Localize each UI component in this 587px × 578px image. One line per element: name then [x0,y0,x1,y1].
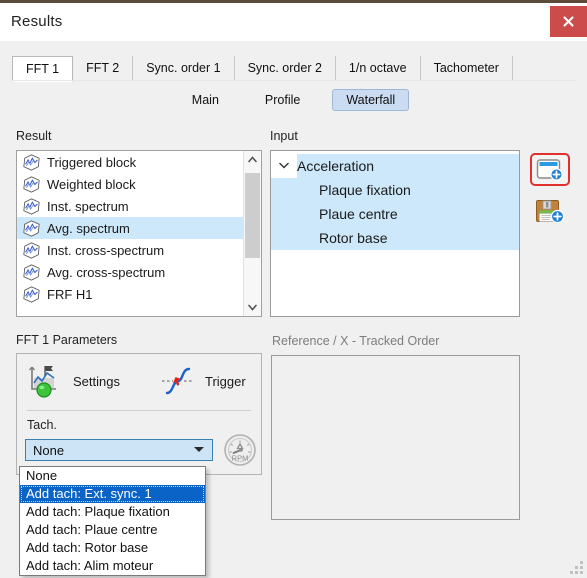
scroll-down-button[interactable] [244,299,261,316]
tree-node-plaque-fixation[interactable]: Plaque fixation [271,178,519,202]
chevron-down-icon [194,447,204,452]
spectrum-icon [23,219,40,237]
scrollbar-thumb[interactable] [245,173,260,258]
reference-panel[interactable] [271,355,520,520]
tree-node-label: Plaque fixation [319,182,411,198]
close-icon [563,16,574,27]
spectrum-icon [23,197,40,215]
result-section-label: Result [16,129,52,143]
list-item[interactable]: FRF H1 [17,283,261,305]
rpm-gauge-icon: RPM [224,434,256,466]
add-window-icon [536,158,563,181]
title-bar: Results [0,3,587,41]
subtab-profile[interactable]: Profile [251,89,314,111]
sub-tab-list: Main Profile Waterfall [0,87,587,113]
list-item-selected[interactable]: Avg. spectrum [17,217,261,239]
result-list[interactable]: Triggered block Weighted block Inst. spe… [16,150,262,317]
list-item-label: Avg. spectrum [47,220,130,236]
window-title: Results [11,13,63,30]
trigger-curve-icon [162,367,194,395]
input-section-label: Input [270,129,298,143]
tach-combobox[interactable]: None [25,439,213,461]
input-tree[interactable]: Acceleration Plaque fixation Plaue centr… [270,150,520,317]
settings-chart-icon [29,366,56,398]
chevron-down-icon [248,304,257,311]
tree-node-label: Acceleration [297,158,375,174]
svg-text:RPM: RPM [232,454,249,463]
chevron-down-icon [279,162,289,169]
results-window: Results FFT 1 FFT 2 Sync. order 1 Sync. … [0,0,587,578]
rpm-button[interactable]: RPM [222,432,258,468]
parameters-panel: Settings Trigger Tach. None RPM [16,353,262,475]
spectrum-icon [23,153,40,171]
tree-node-label: Plaue centre [319,206,398,222]
tab-fft-1[interactable]: FFT 1 [12,56,74,82]
dropdown-item-plaque-fixation[interactable]: Add tach: Plaque fixation [20,503,205,521]
chevron-down-icon[interactable] [271,154,297,178]
tab-sync-order-2[interactable]: Sync. order 2 [234,56,336,81]
trigger-button-label: Trigger [205,373,246,389]
list-item-label: Avg. cross-spectrum [47,264,166,280]
settings-button-label: Settings [73,373,120,389]
list-item-label: Inst. cross-spectrum [47,242,165,258]
list-item[interactable]: Weighted block [17,173,261,195]
tab-fft-2[interactable]: FFT 2 [73,56,134,81]
trigger-button[interactable]: Trigger [155,361,249,401]
add-display-button[interactable] [530,153,570,186]
close-button[interactable] [550,6,587,37]
list-item-label: Inst. spectrum [47,198,129,214]
input-action-buttons [530,153,570,228]
parameters-divider [27,410,251,411]
list-item[interactable]: Triggered block [17,151,261,173]
tree-node-label: Rotor base [319,230,388,246]
tab-strip-filler [512,55,553,81]
subtab-waterfall[interactable]: Waterfall [332,89,410,111]
tab-sync-order-1[interactable]: Sync. order 1 [133,56,235,81]
list-item[interactable]: Inst. spectrum [17,195,261,217]
dropdown-item-rotor-base[interactable]: Add tach: Rotor base [20,539,205,557]
chevron-up-icon [248,156,257,163]
list-item[interactable]: Avg. cross-spectrum [17,261,261,283]
list-item-label: FRF H1 [47,286,93,302]
spectrum-icon [23,285,40,303]
list-item-label: Weighted block [47,176,136,192]
list-item[interactable]: Inst. cross-spectrum [17,239,261,261]
tab-underline [12,80,575,81]
result-list-scrollbar[interactable] [243,151,261,316]
list-item-label: Triggered block [47,154,137,170]
tab-list: FFT 1 FFT 2 Sync. order 1 Sync. order 2 … [12,55,553,82]
resize-grip-icon[interactable] [570,561,583,574]
tree-node-plaue-centre[interactable]: Plaue centre [271,202,519,226]
tab-tachometer[interactable]: Tachometer [420,56,513,81]
tach-dropdown-list[interactable]: None Add tach: Ext. sync. 1 Add tach: Pl… [19,466,206,576]
settings-button[interactable]: Settings [25,361,123,401]
save-add-icon [536,200,565,224]
dropdown-item-ext-sync-1[interactable]: Add tach: Ext. sync. 1 [20,485,205,503]
tab-strip: FFT 1 FFT 2 Sync. order 1 Sync. order 2 … [0,41,587,82]
tree-node-acceleration[interactable]: Acceleration [271,154,519,178]
tach-label: Tach. [27,418,57,432]
dropdown-item-plaue-centre[interactable]: Add tach: Plaue centre [20,521,205,539]
spectrum-icon [23,263,40,281]
tab-1n-octave[interactable]: 1/n octave [335,56,421,81]
dropdown-item-none[interactable]: None [20,467,205,485]
dropdown-item-alim-moteur[interactable]: Add tach: Alim moteur [20,557,205,575]
spectrum-icon [23,175,40,193]
tach-combobox-value: None [33,442,65,458]
reference-section-label: Reference / X - Tracked Order [272,334,440,348]
save-button[interactable] [530,195,570,228]
spectrum-icon [23,241,40,259]
scroll-up-button[interactable] [244,151,261,168]
subtab-main[interactable]: Main [178,89,233,111]
parameters-section-label: FFT 1 Parameters [16,333,118,347]
tree-node-rotor-base[interactable]: Rotor base [271,226,519,250]
